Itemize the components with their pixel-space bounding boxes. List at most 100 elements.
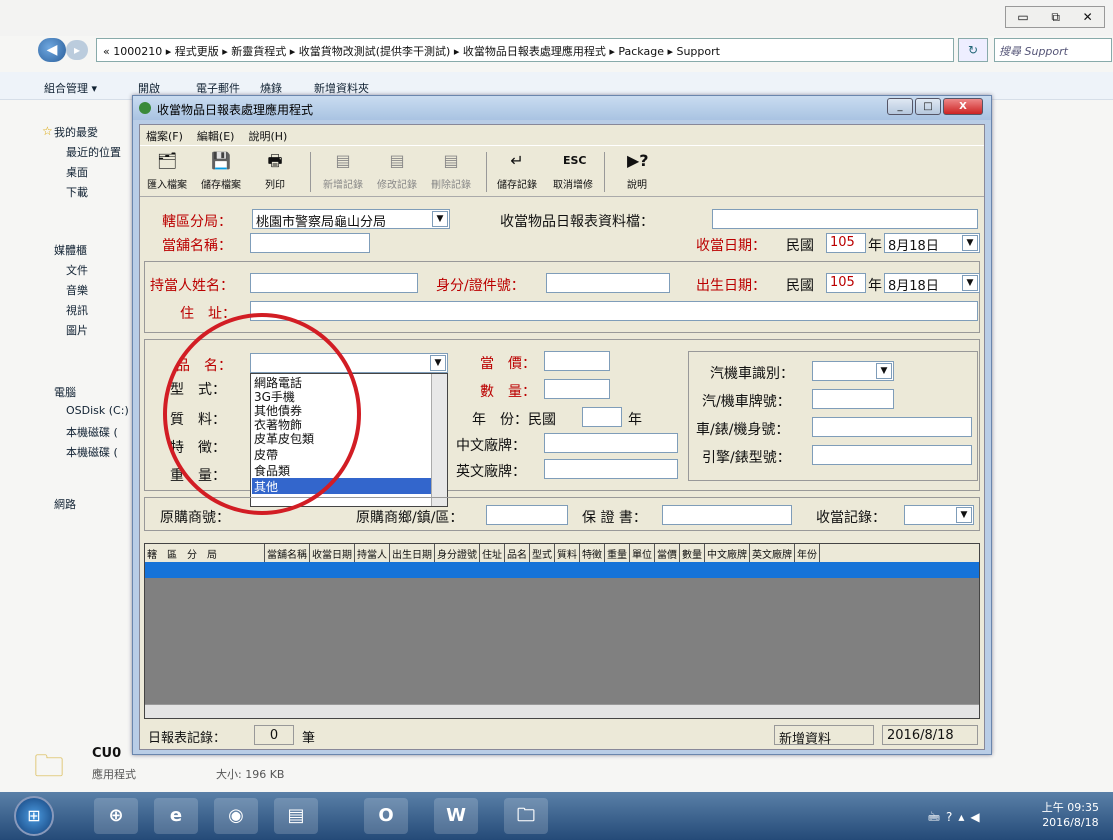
chevron-down-icon[interactable]: ▼: [430, 355, 446, 371]
grid-column-header[interactable]: 收當日期: [310, 544, 355, 562]
edit-record-button[interactable]: ▤ 修改記錄: [370, 150, 424, 191]
save-file-button[interactable]: 💾 儲存檔案: [194, 150, 248, 191]
grid-column-header[interactable]: 住址: [480, 544, 505, 562]
list-scrollbar[interactable]: [431, 374, 447, 506]
menu-help[interactable]: 說明(H): [248, 128, 287, 143]
open-button[interactable]: 開啟: [138, 80, 160, 96]
sidebar-item-local-disk-1[interactable]: 本機磁碟 (: [66, 424, 118, 440]
holder-name-field[interactable]: [250, 273, 418, 293]
new-folder-button[interactable]: 新增資料夾: [314, 80, 369, 96]
sidebar-item-favorites[interactable]: 我的最愛: [54, 124, 98, 140]
year-made-field[interactable]: [582, 407, 622, 427]
sidebar-item-computer[interactable]: 電腦: [54, 384, 76, 400]
warranty-field[interactable]: [662, 505, 792, 525]
cn-brand-field[interactable]: [544, 433, 678, 453]
grid-column-header[interactable]: 品名: [505, 544, 530, 562]
grid-column-header[interactable]: 轄 區 分 局: [145, 544, 265, 562]
en-brand-field[interactable]: [544, 459, 678, 479]
sidebar-item-recent[interactable]: 最近的位置: [66, 144, 121, 160]
folder-icon[interactable]: ▤: [274, 798, 318, 834]
sidebar-item-music[interactable]: 音樂: [66, 282, 88, 298]
grid-column-header[interactable]: 當舖名稱: [265, 544, 310, 562]
shop-name-field[interactable]: [250, 233, 370, 253]
minimize-button[interactable]: _: [887, 98, 913, 115]
save-record-button[interactable]: ↵ 儲存記錄: [490, 150, 544, 191]
sidebar-item-network[interactable]: 網路: [54, 496, 76, 512]
explorer-window-controls[interactable]: ▭ ⧉ ✕: [1005, 6, 1105, 28]
grid-column-header[interactable]: 持當人: [355, 544, 390, 562]
id-number-field[interactable]: [546, 273, 670, 293]
import-file-button[interactable]: 🗂 匯入檔案: [140, 150, 194, 191]
sidebar-item-videos[interactable]: 視訊: [66, 302, 88, 318]
chevron-down-icon[interactable]: ▼: [876, 363, 892, 379]
horizontal-scrollbar[interactable]: [145, 704, 979, 718]
menu-file[interactable]: 檔案(F): [146, 128, 183, 143]
plate-field[interactable]: [812, 389, 894, 409]
address-bar[interactable]: « 1000210 ▸ 程式更版 ▸ 新靈貨程式 ▸ 收當貨物改測試(提供李干測…: [96, 38, 954, 62]
sidebar-item-pictures[interactable]: 圖片: [66, 322, 88, 338]
data-file-field[interactable]: [712, 209, 978, 229]
records-grid[interactable]: 轄 區 分 局 當舖名稱 收當日期 持當人 出生日期 身分證號 住址 品名 型式…: [144, 543, 980, 719]
sidebar-item-desktop[interactable]: 桌面: [66, 164, 88, 180]
menu-edit[interactable]: 編輯(E): [197, 128, 235, 143]
forward-arrow-icon[interactable]: ▸: [66, 40, 88, 60]
grid-column-header[interactable]: 質料: [555, 544, 580, 562]
quantity-field[interactable]: [544, 379, 610, 399]
explorer-icon[interactable]: 🗀: [504, 798, 548, 834]
outlook-icon[interactable]: O: [364, 798, 408, 834]
grid-column-header[interactable]: 出生日期: [390, 544, 435, 562]
print-button[interactable]: 🖶 列印: [248, 150, 302, 191]
sidebar-item-documents[interactable]: 文件: [66, 262, 88, 278]
maximize-button[interactable]: □: [915, 98, 941, 115]
clock[interactable]: 上午 09:35 2016/8/18: [1042, 800, 1099, 830]
refresh-icon[interactable]: ↻: [958, 38, 988, 62]
engine-field[interactable]: [812, 445, 972, 465]
email-button[interactable]: 電子郵件: [196, 80, 240, 96]
chrome-icon[interactable]: ◉: [214, 798, 258, 834]
search-input[interactable]: 搜尋 Support: [994, 38, 1112, 62]
delete-record-button[interactable]: ▤ 刪除記錄: [424, 150, 478, 191]
system-tray[interactable]: 🖮?▴◀: [928, 808, 986, 829]
new-record-button[interactable]: ▤ 新增記錄: [316, 150, 370, 191]
birth-year-field[interactable]: 105: [826, 273, 866, 293]
grid-column-header[interactable]: 重量: [605, 544, 630, 562]
price-field[interactable]: [544, 351, 610, 371]
internet-explorer-icon[interactable]: e: [154, 798, 198, 834]
sidebar-item-local-disk-2[interactable]: 本機磁碟 (: [66, 444, 118, 460]
cancel-edit-button[interactable]: ESC 取消增修: [546, 150, 600, 191]
browser-icon[interactable]: ⊕: [94, 798, 138, 834]
chevron-down-icon[interactable]: ▼: [956, 507, 972, 523]
close-icon[interactable]: ✕: [1083, 10, 1093, 24]
chevron-down-icon[interactable]: ▼: [432, 211, 448, 227]
burn-button[interactable]: 燒錄: [260, 80, 282, 96]
grid-column-header[interactable]: 當價: [655, 544, 680, 562]
start-button[interactable]: ⊞: [14, 796, 54, 836]
grid-column-header[interactable]: 單位: [630, 544, 655, 562]
grid-column-header[interactable]: 數量: [680, 544, 705, 562]
back-arrow-icon[interactable]: ◀: [38, 38, 66, 62]
table-row[interactable]: [145, 562, 979, 578]
sidebar-item-downloads[interactable]: 下載: [66, 184, 88, 200]
clock-date: 2016/8/18: [1042, 816, 1099, 829]
grid-column-header[interactable]: 英文廠牌: [750, 544, 795, 562]
close-button[interactable]: X: [943, 98, 983, 115]
chevron-down-icon[interactable]: ▼: [962, 275, 978, 291]
sidebar-item-osdisk[interactable]: OSDisk (C:): [66, 404, 129, 417]
help-button[interactable]: ▶? 說明: [610, 150, 664, 191]
grid-column-header[interactable]: 中文廠牌: [705, 544, 750, 562]
pawn-year-field[interactable]: 105: [826, 233, 866, 253]
maximize-icon[interactable]: ⧉: [1051, 10, 1060, 25]
sidebar-item-libraries[interactable]: 媒體櫃: [54, 242, 87, 258]
address-field[interactable]: [250, 301, 978, 321]
grid-column-header[interactable]: 身分證號: [435, 544, 480, 562]
word-icon[interactable]: W: [434, 798, 478, 834]
minimize-icon[interactable]: ▭: [1017, 10, 1028, 24]
body-number-field[interactable]: [812, 417, 972, 437]
chevron-down-icon[interactable]: ▼: [962, 235, 978, 251]
grid-column-header[interactable]: 型式: [530, 544, 555, 562]
district-select[interactable]: 桃園市警察局龜山分局: [252, 209, 450, 229]
grid-column-header[interactable]: 年份: [795, 544, 820, 562]
organize-button[interactable]: 組合管理 ▾: [44, 80, 97, 96]
orig-area-field[interactable]: [486, 505, 568, 525]
grid-column-header[interactable]: 特徵: [580, 544, 605, 562]
